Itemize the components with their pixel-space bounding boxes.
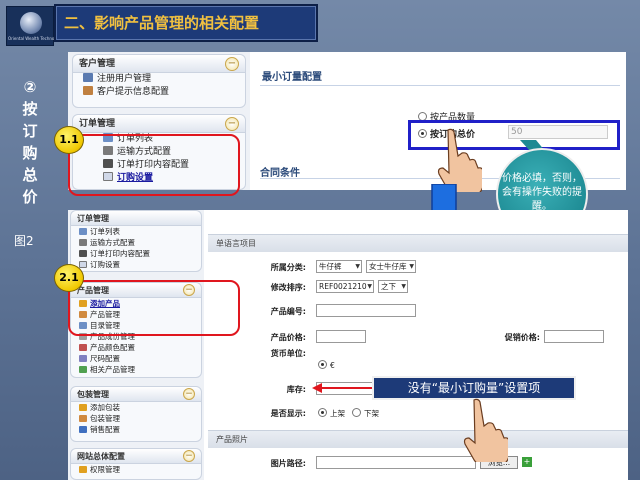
sidebar-item-add-package[interactable]: 添加包装 <box>71 402 201 413</box>
image-path-input[interactable] <box>316 456 476 469</box>
pointing-hand-icon <box>463 398 508 462</box>
currency-radio[interactable]: € <box>318 360 335 370</box>
radio-checked-icon <box>318 360 327 369</box>
admin-sidebar: 订单管理 订单列表 运输方式配置 订单打印内容配置 订购设置 产品管理 − 添加… <box>68 210 204 480</box>
divider <box>260 85 620 86</box>
collapse-icon[interactable]: − <box>225 57 239 71</box>
sidebar-item-color[interactable]: 产品颜色配置 <box>71 342 201 353</box>
order-section-title: 订单管理 <box>71 211 201 226</box>
screenshot-add-product: 订单管理 订单列表 运输方式配置 订单打印内容配置 订购设置 产品管理 − 添加… <box>68 210 628 480</box>
note-no-min-order: 没有“最小订购量”设置项 <box>372 376 576 400</box>
category-select-2[interactable]: 女士牛仔库 <box>366 260 416 273</box>
key-icon <box>79 466 87 473</box>
promo-label: 促销价格: <box>504 333 540 342</box>
site-section: 网站总体配置 − 权限管理 <box>70 448 202 480</box>
sidebar-item-order-list[interactable]: 订单列表 <box>71 226 201 237</box>
document-icon <box>79 261 87 268</box>
package-section: 包装管理 − 添加包装 包装管理 销售配置 <box>70 386 202 442</box>
palette-icon <box>79 344 87 351</box>
stock-label: 库存: <box>286 385 306 394</box>
add-icon[interactable]: + <box>522 457 532 467</box>
category-label: 所属分类: <box>270 263 306 272</box>
show-label: 是否显示: <box>270 409 306 418</box>
sidebar-item-customer-tips[interactable]: 客户提示信息配置 <box>73 86 245 99</box>
step-badge-1-1: 1.1 <box>54 126 84 154</box>
category-select-1[interactable]: 牛仔裤 <box>316 260 362 273</box>
side-label: ② 按 订 购 总 价 <box>16 76 44 208</box>
promo-input[interactable] <box>544 330 604 343</box>
currency-label: 货币单位: <box>270 349 306 358</box>
truck-icon <box>79 239 87 246</box>
customer-section: 客户管理 − 注册用户管理 客户提示信息配置 <box>72 54 246 108</box>
collapse-icon[interactable]: − <box>225 117 239 131</box>
sidebar-item-package-manage[interactable]: 包装管理 <box>71 413 201 424</box>
section-single-language: 单语言项目 <box>208 234 628 252</box>
radio-icon <box>352 408 361 417</box>
collapse-icon[interactable]: − <box>183 450 195 462</box>
sidebar-item-shipping[interactable]: 运输方式配置 <box>71 237 201 248</box>
sidebar-item-print-config[interactable]: 订单打印内容配置 <box>71 248 201 259</box>
sidebar-item-registered-users[interactable]: 注册用户管理 <box>73 73 245 86</box>
printer-icon <box>79 250 87 257</box>
sidebar-item-sales[interactable]: 销售配置 <box>71 424 201 435</box>
figure-label: 图2 <box>14 234 34 248</box>
show-off-radio[interactable]: 下架 <box>352 408 379 419</box>
logo-caption: Oriental Wealth Technology <box>8 36 54 41</box>
left-arrow-icon <box>312 383 374 393</box>
customer-section-title: 客户管理 <box>73 55 245 73</box>
min-order-title: 最小订量配置 <box>262 72 322 83</box>
globe-logo-icon <box>20 12 42 34</box>
section-product-photo: 产品照片 <box>208 430 628 448</box>
pointing-hand-icon <box>437 128 482 192</box>
users-icon <box>83 73 93 82</box>
price-label: 产品价格: <box>270 333 306 342</box>
collapse-icon[interactable]: − <box>183 388 195 400</box>
sidebar-item-permissions[interactable]: 权限管理 <box>71 464 201 475</box>
order-section-title: 订单管理 <box>73 115 245 133</box>
box-icon <box>79 415 87 422</box>
site-section-title: 网站总体配置 <box>71 449 201 464</box>
link-icon <box>79 366 87 373</box>
add-icon <box>79 404 87 411</box>
show-on-radio[interactable]: 上架 <box>318 408 345 419</box>
chart-icon <box>79 426 87 433</box>
order-section: 订单管理 订单列表 运输方式配置 订单打印内容配置 订购设置 <box>70 210 202 272</box>
contract-title: 合同条件 <box>260 168 300 179</box>
product-form: 单语言项目 所属分类: 牛仔裤 女士牛仔库 修改排序: REF0021210 之… <box>208 224 628 480</box>
package-section-title: 包装管理 <box>71 387 201 402</box>
slide-title: 二、影响产品管理的相关配置 <box>54 4 318 42</box>
side-label-text: ② 按 订 购 总 价 <box>22 78 38 206</box>
sort-position-select[interactable]: 之下 <box>378 280 408 293</box>
ruler-icon <box>79 355 87 362</box>
image-path-label: 图片路径: <box>270 459 306 468</box>
pencil-icon <box>79 228 87 235</box>
sort-label: 修改排序: <box>270 283 306 292</box>
sidebar-item-related[interactable]: 相关产品管理 <box>71 364 201 375</box>
sidebar-item-size[interactable]: 尺码配置 <box>71 353 201 364</box>
sort-select[interactable]: REF0021210 <box>316 280 374 293</box>
code-input[interactable] <box>316 304 416 317</box>
step-badge-2-1: 2.1 <box>54 264 84 292</box>
code-label: 产品编号: <box>270 307 306 316</box>
highlight-add-product <box>68 280 240 336</box>
price-input[interactable] <box>316 330 366 343</box>
company-logo: Oriental Wealth Technology <box>6 6 54 46</box>
radio-checked-icon <box>318 408 327 417</box>
users-icon <box>83 86 93 95</box>
highlight-order-settings <box>68 134 240 196</box>
sidebar-item-order-settings[interactable]: 订购设置 <box>71 259 201 270</box>
